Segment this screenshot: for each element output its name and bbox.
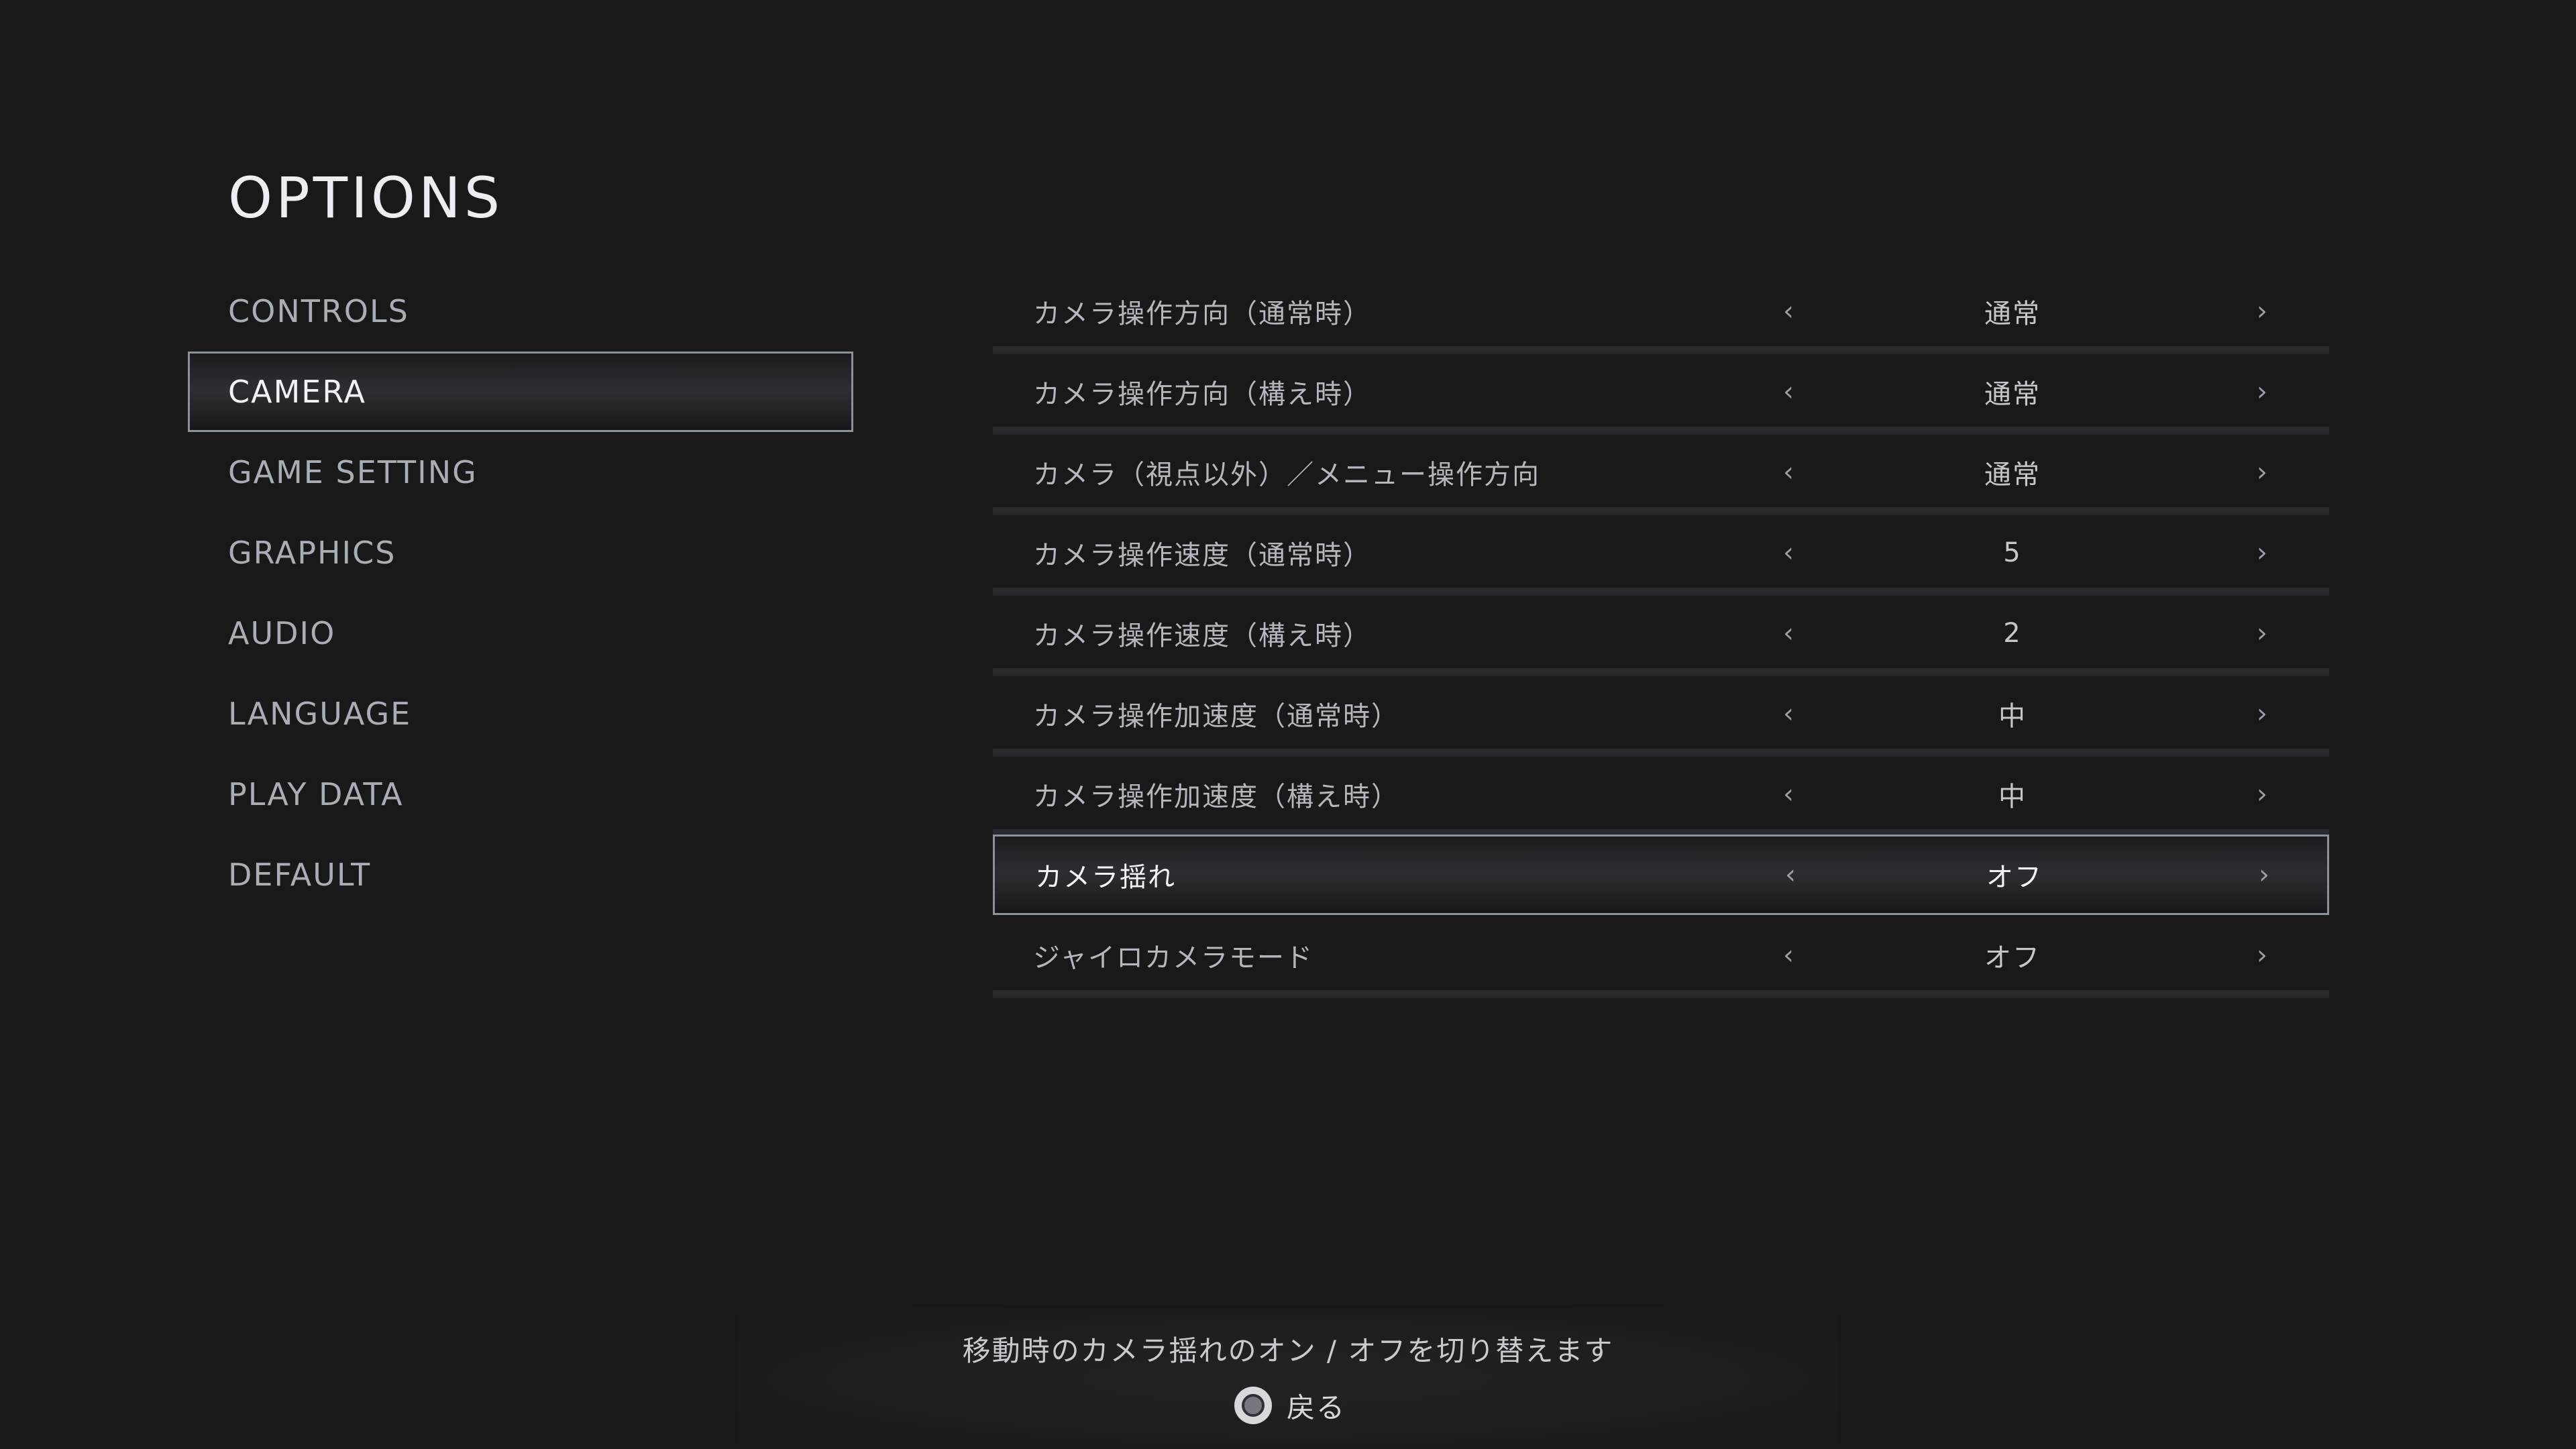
menu-item-game-setting[interactable]: GAME SETTING (188, 432, 853, 513)
chevron-right-icon[interactable]: › (2249, 698, 2275, 729)
menu-item-label: PLAY DATA (228, 776, 404, 812)
setting-value: 通常 (1984, 299, 2041, 329)
menu-item-audio[interactable]: AUDIO (188, 593, 853, 674)
menu-item-default[interactable]: DEFAULT (188, 835, 853, 915)
chevron-left-icon[interactable]: ‹ (1775, 537, 1802, 568)
menu-item-label: DEFAULT (228, 857, 372, 893)
menu-item-label: LANGUAGE (228, 696, 412, 732)
menu-item-language[interactable]: LANGUAGE (188, 674, 853, 754)
setting-label: ジャイロカメラモード (1033, 943, 1313, 973)
menu-item-camera[interactable]: CAMERA (188, 352, 853, 432)
chevron-left-icon[interactable]: ‹ (1775, 940, 1802, 971)
chevron-left-icon[interactable]: ‹ (1775, 698, 1802, 729)
circle-button-icon (1234, 1387, 1272, 1424)
options-menu: CONTROLS CAMERA GAME SETTING GRAPHICS AU… (188, 271, 853, 915)
setting-label: カメラ操作方向（構え時） (1033, 379, 1371, 410)
chevron-right-icon[interactable]: › (2249, 779, 2275, 810)
back-label: 戻る (1287, 1391, 1346, 1424)
setting-row-camera-accel-normal[interactable]: カメラ操作加速度（通常時） ‹ 中 › (993, 674, 2329, 757)
chevron-left-icon[interactable]: ‹ (1777, 859, 1804, 890)
menu-item-label: CONTROLS (228, 293, 409, 329)
menu-item-label: CAMERA (228, 374, 366, 410)
menu-item-label: AUDIO (228, 615, 336, 651)
setting-row-camera-speed-aim[interactable]: カメラ操作速度（構え時） ‹ 2 › (993, 593, 2329, 676)
page-title: OPTIONS (228, 165, 504, 231)
setting-label: カメラ揺れ (1035, 862, 1176, 893)
menu-item-label: GRAPHICS (228, 535, 396, 571)
row-divider (993, 990, 2329, 998)
setting-value: 5 (2003, 537, 2022, 568)
chevron-right-icon[interactable]: › (2249, 537, 2275, 568)
chevron-right-icon[interactable]: › (2249, 376, 2275, 407)
setting-value: 中 (1998, 701, 2027, 732)
setting-value: オフ (1984, 943, 2041, 973)
setting-label: カメラ操作加速度（構え時） (1033, 782, 1399, 812)
chevron-left-icon[interactable]: ‹ (1775, 779, 1802, 810)
setting-value: オフ (1986, 862, 2043, 893)
back-button[interactable]: 戻る (1234, 1382, 1346, 1429)
setting-row-camera-direction-aim[interactable]: カメラ操作方向（構え時） ‹ 通常 › (993, 352, 2329, 435)
setting-row-camera-accel-aim[interactable]: カメラ操作加速度（構え時） ‹ 中 › (993, 754, 2329, 837)
menu-item-label: GAME SETTING (228, 454, 478, 490)
setting-label: カメラ操作方向（通常時） (1033, 299, 1371, 329)
setting-row-gyro-camera-mode[interactable]: ジャイロカメラモード ‹ オフ › (993, 915, 2329, 998)
setting-label: カメラ操作速度（構え時） (1033, 621, 1371, 651)
chevron-right-icon[interactable]: › (2251, 859, 2277, 890)
chevron-left-icon[interactable]: ‹ (1775, 376, 1802, 407)
help-footer: 移動時のカメラ揺れのオン / オフを切り替えます 戻る (738, 1308, 1838, 1449)
chevron-right-icon[interactable]: › (2249, 940, 2275, 971)
setting-value: 通常 (1984, 379, 2041, 410)
chevron-right-icon[interactable]: › (2249, 457, 2275, 488)
chevron-right-icon[interactable]: › (2249, 618, 2275, 649)
chevron-left-icon[interactable]: ‹ (1775, 296, 1802, 327)
help-text: 移動時のカメラ揺れのオン / オフを切り替えます (962, 1334, 1614, 1367)
setting-row-camera-shake[interactable]: カメラ揺れ ‹ オフ › (993, 835, 2329, 915)
setting-value: 2 (2003, 618, 2022, 649)
menu-item-controls[interactable]: CONTROLS (188, 271, 853, 352)
setting-row-camera-direction-normal[interactable]: カメラ操作方向（通常時） ‹ 通常 › (993, 271, 2329, 354)
setting-label: カメラ（視点以外）／メニュー操作方向 (1033, 460, 1540, 490)
menu-item-play-data[interactable]: PLAY DATA (188, 754, 853, 835)
setting-value: 通常 (1984, 460, 2041, 490)
setting-label: カメラ操作加速度（通常時） (1033, 701, 1399, 732)
setting-value: 中 (1998, 782, 2027, 812)
chevron-right-icon[interactable]: › (2249, 296, 2275, 327)
setting-row-camera-speed-normal[interactable]: カメラ操作速度（通常時） ‹ 5 › (993, 513, 2329, 596)
menu-item-graphics[interactable]: GRAPHICS (188, 513, 853, 593)
chevron-left-icon[interactable]: ‹ (1775, 457, 1802, 488)
chevron-left-icon[interactable]: ‹ (1775, 618, 1802, 649)
setting-label: カメラ操作速度（通常時） (1033, 540, 1371, 571)
setting-row-camera-menu-direction[interactable]: カメラ（視点以外）／メニュー操作方向 ‹ 通常 › (993, 432, 2329, 515)
